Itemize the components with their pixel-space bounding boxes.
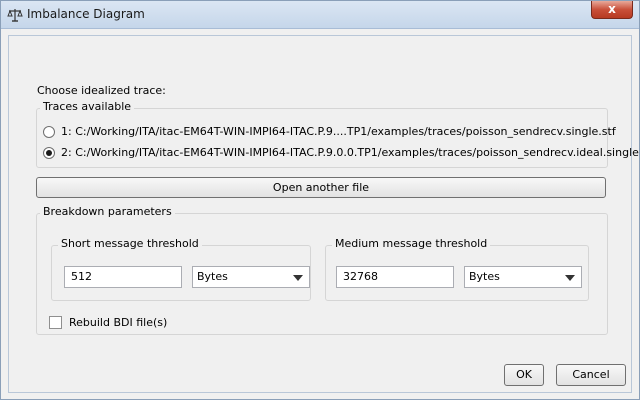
short-unit-value: Bytes bbox=[197, 270, 228, 283]
trace-option-1[interactable]: 1: C:/Working/ITA/itac-EM64T-WIN-IMPI64-… bbox=[43, 125, 616, 138]
trace-radio-1[interactable] bbox=[43, 125, 55, 138]
close-icon: x bbox=[608, 2, 616, 16]
breakdown-group-title: Breakdown parameters bbox=[40, 205, 175, 218]
dialog-window: Imbalance Diagram x Choose idealized tra… bbox=[0, 0, 640, 400]
scales-icon bbox=[7, 7, 23, 23]
chevron-down-icon bbox=[565, 275, 575, 281]
window-title: Imbalance Diagram bbox=[27, 7, 145, 21]
short-threshold-title: Short message threshold bbox=[58, 237, 202, 250]
ok-button[interactable]: OK bbox=[504, 364, 544, 386]
breakdown-groupbox: Breakdown parameters Short message thres… bbox=[36, 205, 608, 335]
trace-option-2-label: 2: C:/Working/ITA/itac-EM64T-WIN-IMPI64-… bbox=[61, 146, 640, 159]
traces-group-title: Traces available bbox=[40, 100, 135, 113]
dialog-body: Choose idealized trace: Traces available… bbox=[8, 35, 640, 393]
open-file-label: Open another file bbox=[272, 181, 370, 194]
title-bar[interactable]: Imbalance Diagram x bbox=[1, 1, 639, 29]
short-threshold-groupbox: Short message threshold 512 Bytes bbox=[51, 237, 311, 301]
medium-unit-value: Bytes bbox=[469, 270, 500, 283]
trace-option-2[interactable]: 2: C:/Working/ITA/itac-EM64T-WIN-IMPI64-… bbox=[43, 146, 640, 159]
trace-radio-2[interactable] bbox=[43, 146, 55, 159]
short-threshold-input[interactable]: 512 bbox=[64, 266, 182, 288]
short-unit-select[interactable]: Bytes bbox=[192, 266, 310, 288]
rebuild-bdi-label: Rebuild BDI file(s) bbox=[69, 316, 168, 329]
close-button[interactable]: x bbox=[591, 1, 633, 19]
medium-unit-select[interactable]: Bytes bbox=[464, 266, 582, 288]
choose-trace-label: Choose idealized trace: bbox=[37, 84, 166, 97]
rebuild-bdi-checkbox[interactable] bbox=[49, 316, 62, 329]
open-another-file-button[interactable]: Open another file bbox=[36, 177, 606, 198]
ok-label: OK bbox=[516, 368, 532, 381]
chevron-down-icon bbox=[293, 275, 303, 281]
trace-option-1-label: 1: C:/Working/ITA/itac-EM64T-WIN-IMPI64-… bbox=[61, 125, 616, 138]
medium-threshold-input[interactable]: 32768 bbox=[336, 266, 454, 288]
cancel-label: Cancel bbox=[572, 368, 610, 381]
cancel-button[interactable]: Cancel bbox=[556, 364, 626, 386]
medium-threshold-title: Medium message threshold bbox=[332, 237, 491, 250]
traces-groupbox: Traces available 1: C:/Working/ITA/itac-… bbox=[36, 100, 640, 168]
medium-threshold-groupbox: Medium message threshold 32768 Bytes bbox=[325, 237, 589, 301]
